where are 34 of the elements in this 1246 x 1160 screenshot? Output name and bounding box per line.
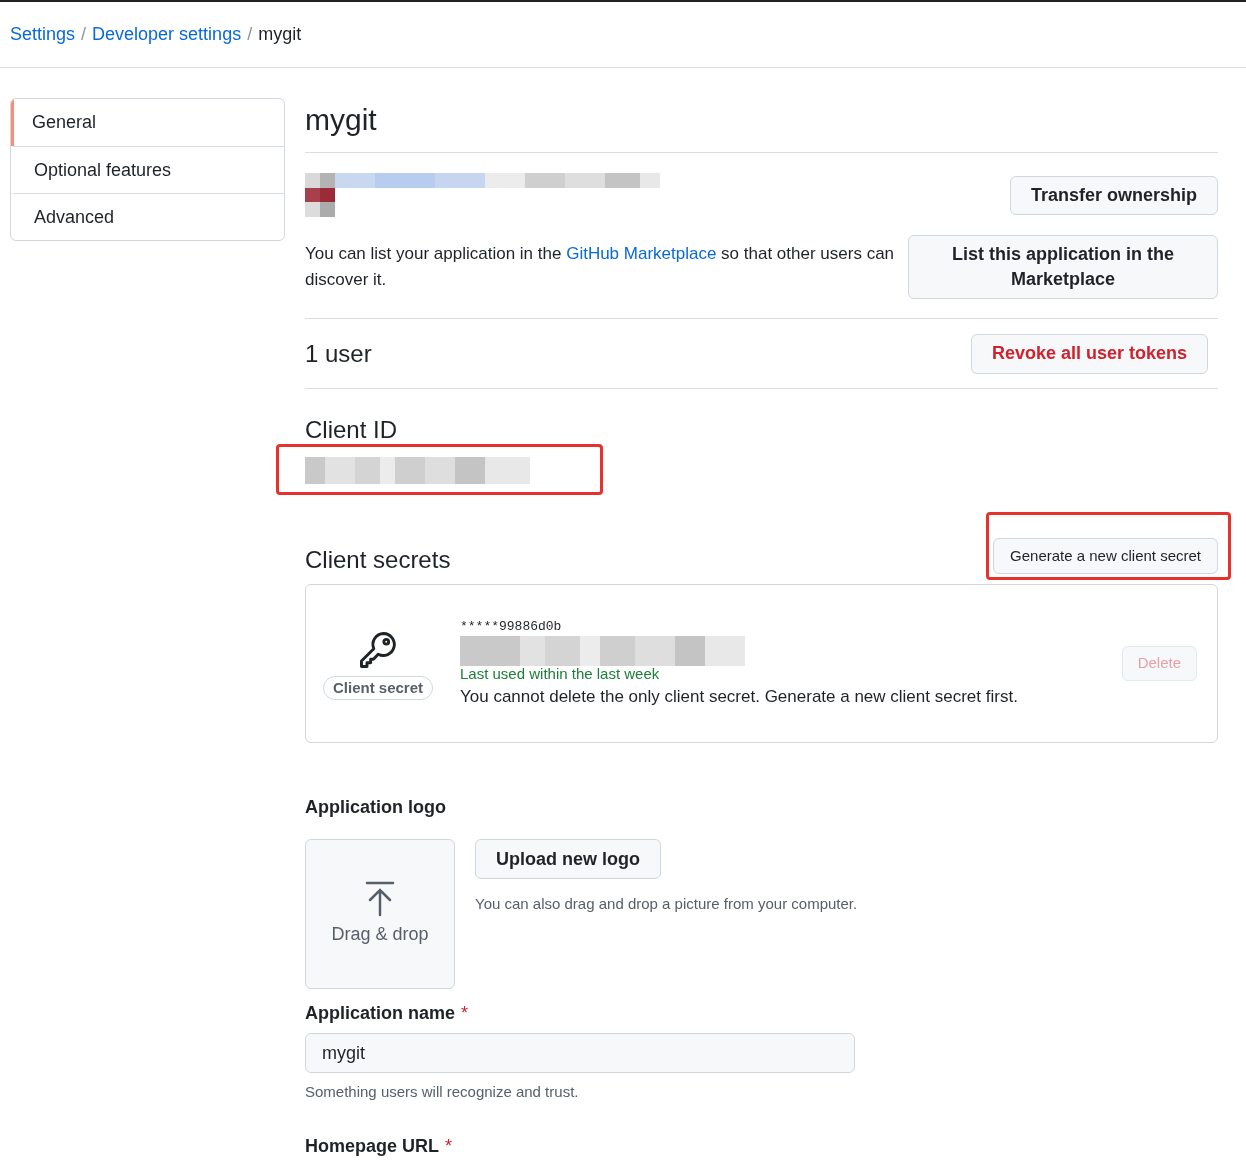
revoke-tokens-button[interactable]: Revoke all user tokens [970,333,1208,374]
list-in-marketplace-button[interactable]: List this application in the Marketplace [908,235,1218,299]
marketplace-link[interactable]: GitHub Marketplace [566,244,717,263]
breadcrumb-separator: / [81,23,87,46]
drag-drop-label: Drag & drop [331,922,429,946]
field-label: Homepage URL * [305,1134,454,1158]
generate-secret-button[interactable]: Generate a new client secret [993,538,1218,574]
client-id-heading: Client ID [305,415,399,445]
required-asterisk: * [445,1135,453,1156]
logo-help-text: You can also drag and drop a picture from your computer. [475,894,858,914]
breadcrumb-link[interactable]: Settings [10,21,76,48]
breadcrumb-separator: / [247,23,253,46]
sidebar-item[interactable]: Optional features [11,146,284,193]
application-name-field[interactable]: mygit [305,1033,855,1073]
field-label: Application name * [305,1002,470,1025]
field-hint: Something users will recognize and trust. [305,1082,580,1102]
application-logo-heading: Application logo [305,796,447,819]
delete-note: You cannot delete the only client secret. Generate a new client secret first. [460,685,1019,708]
sidebar-item[interactable]: General [11,99,284,146]
page-title: mygit [305,98,1218,153]
last-used-text: Last used within the last week [460,665,661,682]
upload-icon [365,880,395,917]
marketplace-description: You can list your application in the GitHub Marketplace so that other users can discover it. [305,243,895,291]
users-heading: 1 user [305,338,372,369]
owner-avatar [305,173,335,217]
required-asterisk: * [461,1003,469,1023]
breadcrumb-current: mygit [258,23,302,46]
sidebar-item[interactable]: Advanced [11,193,284,240]
breadcrumb-link[interactable]: Developer settings [92,21,242,48]
secret-value: *****99886d0b [460,617,563,636]
logo-drop-zone[interactable]: Drag & drop [305,839,455,989]
upload-logo-button[interactable]: Upload new logo [475,839,661,879]
client-secrets-heading: Client secrets [305,546,451,574]
transfer-ownership-button[interactable]: Transfer ownership [1009,175,1218,215]
